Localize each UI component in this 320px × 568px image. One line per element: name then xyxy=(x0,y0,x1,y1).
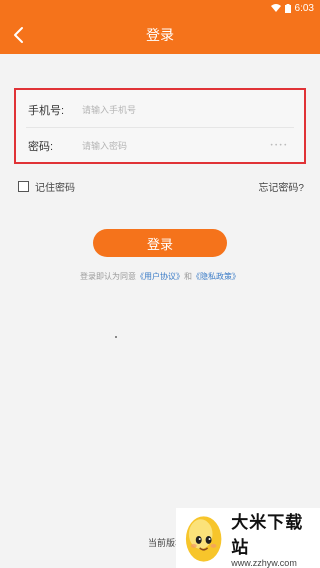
remember-checkbox[interactable] xyxy=(18,181,29,192)
forgot-password-link[interactable]: 忘记密码? xyxy=(258,179,304,194)
user-agreement-link[interactable]: 《用户协议》 xyxy=(136,272,184,281)
login-form: 手机号: 密码: •••• xyxy=(14,88,306,164)
phone-label: 手机号: xyxy=(28,105,65,117)
agreement-conjunction: 和 xyxy=(184,272,192,281)
password-row: 密码: •••• xyxy=(16,128,304,164)
rice-mascot-icon xyxy=(185,516,222,562)
password-visibility-icon[interactable]: •••• xyxy=(270,142,288,149)
page-title: 登录 xyxy=(146,27,174,43)
phone-input[interactable] xyxy=(82,98,272,122)
battery-icon xyxy=(284,3,291,13)
back-arrow-icon[interactable] xyxy=(10,25,30,45)
status-bar: 6:03 xyxy=(0,0,320,16)
password-input[interactable] xyxy=(82,134,272,158)
privacy-policy-link[interactable]: 《隐私政策》 xyxy=(192,272,240,281)
watermark-url: www.zzhyw.com xyxy=(231,558,297,568)
wifi-icon xyxy=(270,4,281,12)
watermark-title: 大米下载站 xyxy=(231,513,304,558)
phone-row: 手机号: xyxy=(16,92,304,128)
stray-dot xyxy=(115,336,117,338)
status-time: 6:03 xyxy=(294,2,314,14)
password-label: 密码: xyxy=(28,141,54,153)
header-bar: 登录 xyxy=(0,16,320,54)
login-button[interactable]: 登录 xyxy=(93,229,227,257)
agreement-prefix: 登录即认为同意 xyxy=(80,272,136,281)
remember-label: 记住密码 xyxy=(35,183,75,194)
remember-password[interactable]: 记住密码 xyxy=(18,179,75,194)
watermark-text: 大米下载站 www.zzhyw.com xyxy=(231,508,320,568)
agreement-text: 登录即认为同意《用户协议》和《隐私政策》 xyxy=(0,271,320,282)
watermark: 大米下载站 www.zzhyw.com xyxy=(176,508,320,568)
